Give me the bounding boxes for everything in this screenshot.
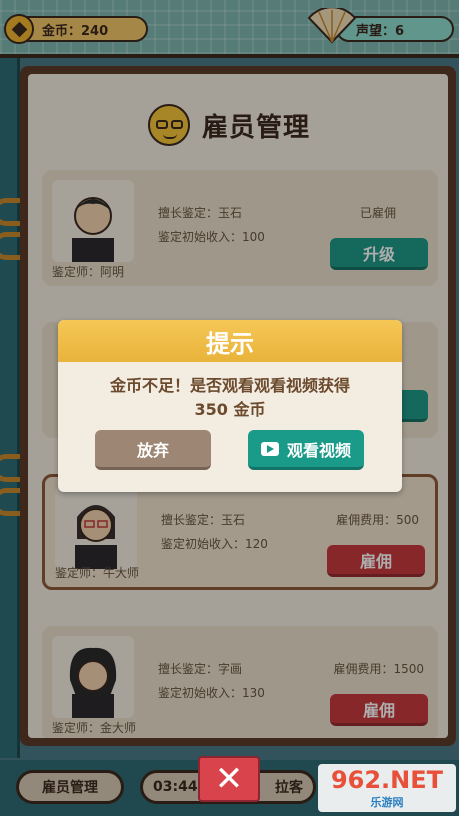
abandon-button[interactable]: 放弃	[95, 430, 211, 470]
watch-video-label: 观看视频	[286, 440, 351, 460]
watermark-logo: 962.NET	[330, 766, 444, 794]
insufficient-coins-dialog: 提示 金币不足！是否观看观看视频获得 350 金币 放弃 观看视频	[58, 320, 402, 492]
abandon-label: 放弃	[136, 440, 169, 460]
dialog-message-line1: 金币不足！是否观看观看视频获得	[109, 376, 350, 395]
close-icon: ✕	[214, 759, 244, 799]
video-camera-icon	[260, 441, 279, 456]
site-watermark: 962.NET 乐游网	[318, 764, 456, 812]
dialog-title: 提示	[58, 320, 402, 362]
dialog-message-line2: 350 金币	[194, 400, 266, 419]
dialog-message: 金币不足！是否观看观看视频获得 350 金币	[58, 374, 402, 422]
watch-video-button[interactable]: 观看视频	[248, 430, 364, 470]
watermark-subtitle: 乐游网	[370, 796, 404, 809]
close-button[interactable]: ✕	[198, 756, 260, 802]
